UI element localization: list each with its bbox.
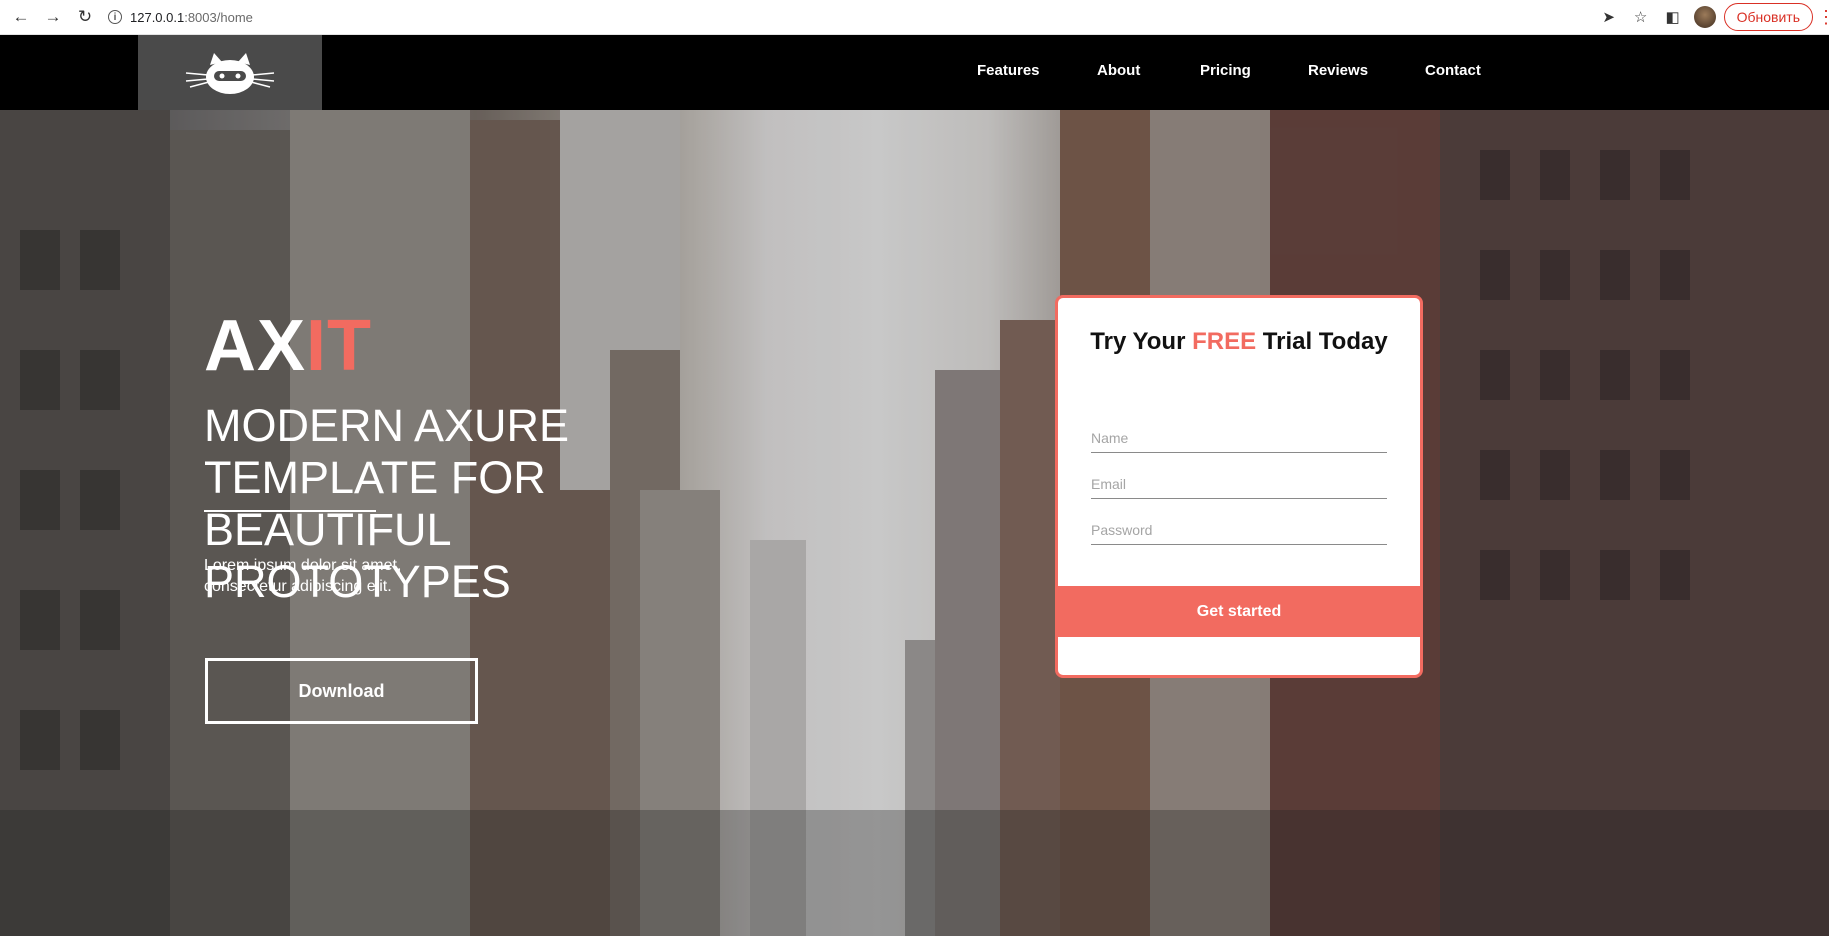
profile-avatar[interactable] — [1693, 6, 1716, 28]
download-button[interactable]: Download — [205, 658, 478, 724]
trial-title: Try Your FREE Trial Today — [1058, 328, 1420, 356]
url-path: :8003/home — [184, 9, 253, 25]
nav-about[interactable]: About — [1097, 62, 1140, 79]
nav-contact[interactable]: Contact — [1425, 62, 1481, 79]
nav-features[interactable]: Features — [977, 62, 1040, 79]
site-header: Features About Pricing Reviews Contact — [0, 35, 1829, 110]
cat-logo-icon — [185, 52, 275, 94]
nav-reviews[interactable]: Reviews — [1308, 62, 1368, 79]
hero-section: AXIT MODERN AXURE TEMPLATE FOR BEAUTIFUL… — [0, 110, 1829, 936]
update-button[interactable]: Обновить — [1723, 3, 1813, 31]
forward-icon[interactable]: → — [42, 6, 64, 28]
email-field[interactable]: Email — [1091, 469, 1387, 499]
send-icon[interactable]: ➤ — [1596, 4, 1622, 30]
get-started-button[interactable]: Get started — [1055, 586, 1423, 637]
nav-pricing[interactable]: Pricing — [1200, 62, 1251, 79]
hero-brand-title: AXIT — [204, 310, 372, 382]
logo[interactable] — [138, 35, 322, 110]
hero-title-accent: IT — [306, 306, 373, 386]
hero-divider — [204, 510, 376, 512]
bookmark-star-icon[interactable]: ☆ — [1628, 4, 1654, 30]
name-field[interactable]: Name — [1091, 423, 1387, 453]
trial-title-free: FREE — [1192, 328, 1257, 355]
hero-title-main: AX — [204, 306, 307, 386]
back-icon[interactable]: ← — [10, 6, 32, 28]
url-host: 127.0.0.1 — [130, 9, 185, 25]
hero-body-text: Lorem ipsum dolor sit amet, consectetur … — [204, 557, 402, 595]
side-panel-icon[interactable]: ◧ — [1660, 4, 1686, 30]
trial-title-after: Trial Today — [1256, 328, 1388, 355]
more-menu-icon[interactable]: ⋮ — [1817, 7, 1829, 28]
site-info-icon[interactable]: i — [108, 10, 122, 24]
trial-title-before: Try Your — [1090, 328, 1193, 355]
password-field[interactable]: Password — [1091, 515, 1387, 545]
address-bar[interactable]: i 127.0.0.1:8003/home — [108, 3, 1563, 31]
trial-signup-card: Try Your FREE Trial Today Name Email Pas… — [1055, 295, 1423, 678]
reload-icon[interactable]: ↻ — [74, 6, 96, 28]
browser-toolbar: ← → ↻ i 127.0.0.1:8003/home ➤ ☆ ◧ Обнови… — [0, 0, 1829, 35]
